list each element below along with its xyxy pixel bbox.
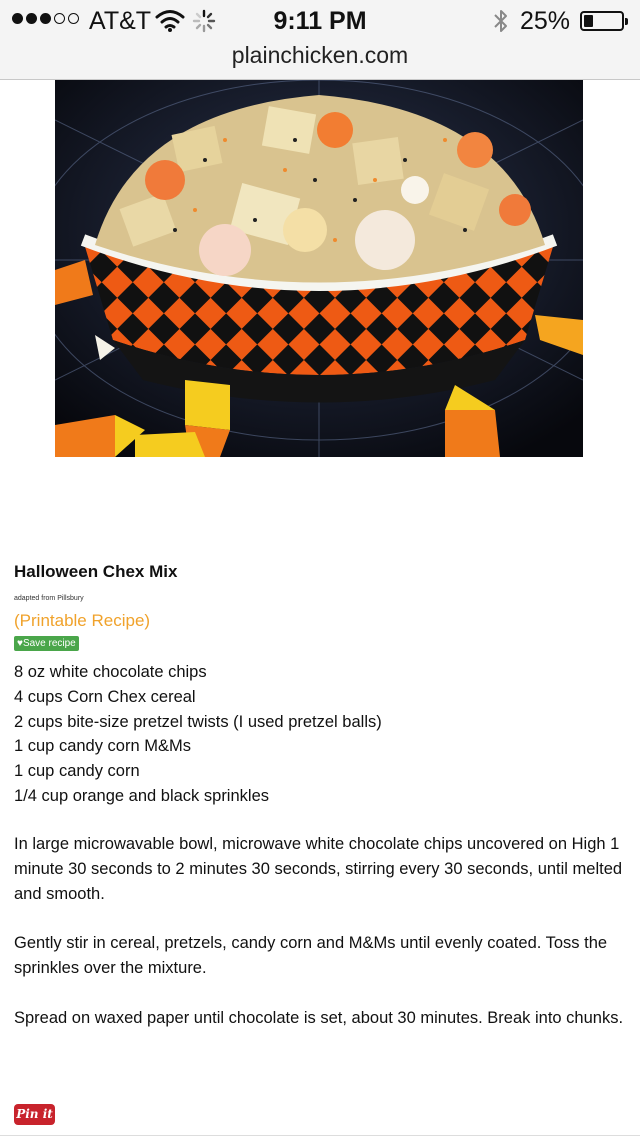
ingredient-item: 1 cup candy corn <box>14 762 140 781</box>
ingredient-item: 8 oz white chocolate chips <box>14 663 207 681</box>
instruction-step: Gently stir in cereal, pretzels, candy c… <box>14 934 608 977</box>
browser-top-bar: AT&T 9:11 PM 25% plainchicken.com <box>0 0 640 80</box>
save-recipe-button[interactable]: ♥Save recipe <box>14 636 79 651</box>
recipe-photo-image <box>55 80 583 457</box>
status-bar: AT&T 9:11 PM 25% <box>0 0 640 40</box>
ingredient-item: 1 cup candy corn M&Ms <box>14 737 191 756</box>
address-bar-url[interactable]: plainchicken.com <box>0 42 640 69</box>
battery-fill <box>584 15 593 27</box>
instruction-step: In large microwavable bowl, microwave wh… <box>14 835 623 903</box>
ingredient-item: 1/4 cup orange and black sprinkles <box>14 786 269 805</box>
pinterest-pin-button[interactable]: Pin it <box>14 1104 55 1125</box>
battery-nub <box>625 18 628 25</box>
ingredient-item: 4 cups Corn Chex cereal <box>14 687 196 706</box>
battery-icon <box>580 11 628 31</box>
recipe-source: adapted from Pillsbury <box>14 595 84 602</box>
bluetooth-icon <box>491 7 511 40</box>
printable-recipe-link[interactable]: (Printable Recipe) <box>14 611 150 631</box>
recipe-title: Halloween Chex Mix <box>14 562 178 581</box>
ingredient-item: 2 cups bite-size pretzel twists (I used … <box>14 712 382 731</box>
recipe-photo <box>55 80 583 457</box>
instruction-step: Spread on waxed paper until chocolate is… <box>14 1009 624 1027</box>
ingredient-list: 8 oz white chocolate chips 4 cups Corn C… <box>14 660 382 809</box>
battery-percent: 25% <box>520 7 571 35</box>
